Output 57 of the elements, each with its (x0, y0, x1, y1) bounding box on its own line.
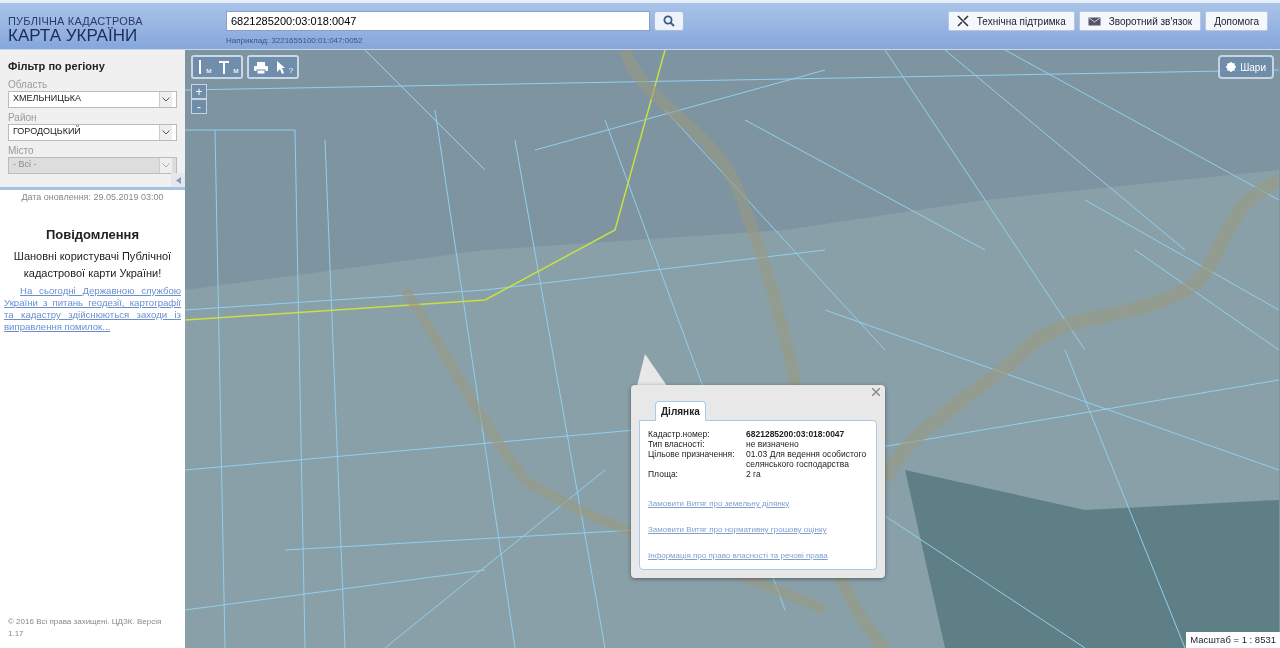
region-select[interactable]: ГОРОДОЦЬКИЙ (8, 123, 177, 141)
map-tool-button[interactable] (249, 57, 273, 77)
field-label: Місто (8, 144, 35, 157)
close-button[interactable] (872, 388, 880, 396)
info-link[interactable]: Замовити Витяг про нормативну грошову оцінку (648, 525, 868, 535)
tools-icon (956, 15, 969, 27)
notice-title: Повідомлення (44, 225, 141, 244)
info-link[interactable]: Інформація про право власності та речові права (648, 551, 868, 561)
collapse-button[interactable] (171, 173, 185, 187)
notice-link[interactable]: На сьогодні Державною службою України з питань геодезії, картографії та кадастру здійснюються заходи із виправлення помилок... (4, 285, 181, 333)
map-tool-button[interactable]: м (193, 57, 217, 77)
notice-greeting: Шановні користувачі Публічної кадастрової карти України! (12, 249, 173, 281)
collapse-icon (175, 176, 181, 184)
search-hint: Наприклад: 3221655100:01:047:0052 (226, 35, 364, 47)
header-button[interactable]: Зворотний зв'язок (1078, 11, 1202, 31)
pointer-icon (276, 61, 285, 74)
info-label: Цільове призначення: (648, 449, 736, 461)
filter-title: Фільтр по регіону (8, 59, 106, 74)
info-value: 2 га (746, 469, 761, 479)
info-label: Кадастр.номер: (648, 429, 711, 439)
search-icon (663, 15, 675, 27)
update-date: Дата оновлення: 29.05.2019 03:00 (20, 191, 165, 204)
mail-icon (1087, 16, 1101, 26)
tool-subscript: ? (288, 65, 294, 77)
info-value: 01.03 Для ведення особистого селянського господарства (746, 449, 868, 469)
map-tool-button[interactable]: м (217, 57, 241, 77)
info-label: Площа: (648, 469, 679, 479)
info-link[interactable]: Замовити Витяг про земельну ділянку (648, 499, 868, 509)
print-icon (254, 62, 268, 74)
logo-title: ПУБЛІЧНА КАДАСТРОВА (8, 15, 144, 27)
tool-subscript: м (233, 65, 239, 77)
caret-icon (162, 96, 170, 102)
gear-icon (1226, 62, 1237, 72)
info-value: 6821285200:03:018:0047 (746, 429, 845, 439)
copyright-text: © 2016 Всі права захищені. ЦДЗК. Версія 1.17 (7, 616, 163, 640)
map-tool-button[interactable]: ? (273, 57, 297, 77)
ruler-line-icon (198, 60, 203, 74)
caret-icon (162, 129, 170, 135)
ruler-tee-icon (219, 60, 230, 74)
header-button[interactable]: Технічна підтримка (947, 11, 1075, 31)
field-label: Район (8, 111, 38, 124)
caret-icon (162, 162, 170, 168)
header-button[interactable]: Допомога (1205, 11, 1268, 31)
search-button[interactable] (654, 11, 684, 31)
field-label: Область (8, 78, 49, 91)
popup-tab[interactable]: Ділянка (655, 401, 706, 421)
logo-title: КАРТА УКРАЇНИ (8, 27, 138, 45)
region-select[interactable]: ХМЕЛЬНИЦЬКА (8, 90, 177, 108)
search-field[interactable]: 6821285200:03:018:0047 (226, 11, 650, 31)
close-icon (872, 388, 880, 396)
zoom-button[interactable]: + (191, 84, 207, 99)
info-value: не визначено (746, 439, 799, 449)
zoom-button[interactable]: - (191, 99, 207, 114)
region-select: - Всі - (8, 156, 177, 174)
layers-button[interactable]: Шари (1218, 55, 1274, 79)
info-label: Тип власності: (648, 439, 706, 449)
tool-subscript: м (206, 65, 212, 77)
